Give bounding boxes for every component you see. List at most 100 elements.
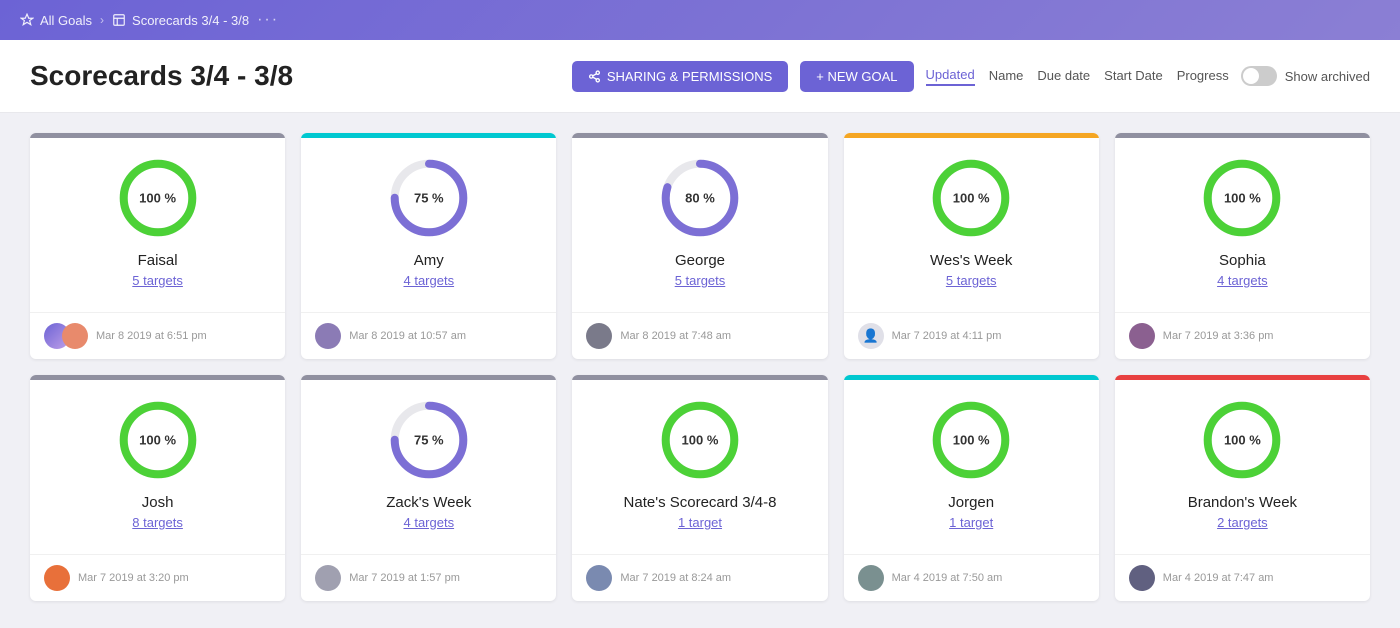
card-date: Mar 8 2019 at 6:51 pm [96,330,207,342]
card-footer: 👤 Mar 7 2019 at 4:11 pm [844,312,1099,359]
card-date: Mar 4 2019 at 7:47 am [1163,572,1274,584]
scorecard-card[interactable]: 100 % Wes's Week 5 targets 👤 Mar 7 2019 … [844,133,1099,359]
card-footer: Mar 7 2019 at 1:57 pm [301,554,556,601]
progress-text: 100 % [953,433,990,448]
new-goal-button[interactable]: + NEW GOAL [800,61,913,92]
avatar [1129,565,1155,591]
card-body: 100 % Faisal 5 targets [30,138,285,302]
card-body: 100 % Sophia 4 targets [1115,138,1370,302]
sort-due-date[interactable]: Due date [1037,68,1090,85]
nav-all-goals[interactable]: All Goals [20,13,92,28]
card-date: Mar 7 2019 at 4:11 pm [892,330,1002,342]
nav-scorecards[interactable]: Scorecards 3/4 - 3/8 [112,13,249,28]
progress-circle: 100 % [1202,158,1282,238]
card-footer: Mar 4 2019 at 7:47 am [1115,554,1370,601]
card-targets[interactable]: 4 targets [1217,273,1268,288]
card-footer: Mar 8 2019 at 6:51 pm [30,312,285,359]
progress-text: 75 % [414,433,444,448]
scorecard-card[interactable]: 100 % Jorgen 1 target Mar 4 2019 at 7:50… [844,375,1099,601]
card-body: 75 % Zack's Week 4 targets [301,380,556,544]
scorecard-card[interactable]: 100 % Faisal 5 targets Mar 8 2019 at 6:5… [30,133,285,359]
card-body: 100 % Nate's Scorecard 3/4-8 1 target [572,380,827,544]
progress-circle: 100 % [931,158,1011,238]
card-footer: Mar 7 2019 at 3:20 pm [30,554,285,601]
card-footer: Mar 8 2019 at 7:48 am [572,312,827,359]
progress-circle: 100 % [1202,400,1282,480]
progress-circle: 80 % [660,158,740,238]
card-date: Mar 7 2019 at 3:36 pm [1163,330,1274,342]
avatar [586,323,612,349]
card-targets[interactable]: 5 targets [675,273,726,288]
scorecard-card[interactable]: 100 % Brandon's Week 2 targets Mar 4 201… [1115,375,1370,601]
page-title: Scorecards 3/4 - 3/8 [30,60,293,92]
card-body: 100 % Jorgen 1 target [844,380,1099,544]
show-archived-label: Show archived [1285,69,1370,84]
show-archived-toggle[interactable] [1241,66,1277,86]
avatar [315,323,341,349]
show-archived-toggle-container: Show archived [1241,66,1370,86]
card-date: Mar 8 2019 at 7:48 am [620,330,731,342]
card-name: Brandon's Week [1188,494,1297,511]
sort-name[interactable]: Name [989,68,1024,85]
card-date: Mar 4 2019 at 7:50 am [892,572,1003,584]
avatar-secondary [62,323,88,349]
card-targets[interactable]: 2 targets [1217,515,1268,530]
avatar [1129,323,1155,349]
card-date: Mar 7 2019 at 1:57 pm [349,572,460,584]
scorecard-card[interactable]: 75 % Amy 4 targets Mar 8 2019 at 10:57 a… [301,133,556,359]
progress-text: 100 % [953,191,990,206]
card-body: 100 % Wes's Week 5 targets [844,138,1099,302]
header-actions: SHARING & PERMISSIONS + NEW GOAL Updated… [572,61,1370,92]
card-footer: Mar 8 2019 at 10:57 am [301,312,556,359]
card-date: Mar 7 2019 at 8:24 am [620,572,731,584]
card-targets[interactable]: 4 targets [403,273,454,288]
card-footer: Mar 7 2019 at 8:24 am [572,554,827,601]
progress-text: 100 % [139,191,176,206]
card-name: Sophia [1219,252,1266,269]
card-targets[interactable]: 5 targets [946,273,997,288]
sort-start-date[interactable]: Start Date [1104,68,1163,85]
card-name: Josh [142,494,174,511]
avatar [315,565,341,591]
progress-circle: 75 % [389,158,469,238]
card-name: Wes's Week [930,252,1012,269]
sort-updated[interactable]: Updated [926,67,975,86]
progress-circle: 100 % [931,400,1011,480]
progress-text: 100 % [1224,191,1261,206]
progress-text: 100 % [139,433,176,448]
nav-more-dots[interactable]: ··· [257,11,279,29]
avatar [44,565,70,591]
card-targets[interactable]: 4 targets [403,515,454,530]
card-targets[interactable]: 5 targets [132,273,183,288]
progress-circle: 75 % [389,400,469,480]
progress-circle: 100 % [660,400,740,480]
sharing-permissions-button[interactable]: SHARING & PERMISSIONS [572,61,788,92]
page-header: Scorecards 3/4 - 3/8 SHARING & PERMISSIO… [0,40,1400,113]
card-name: Faisal [138,252,178,269]
card-name: George [675,252,725,269]
scorecard-card[interactable]: 80 % George 5 targets Mar 8 2019 at 7:48… [572,133,827,359]
scorecard-card[interactable]: 100 % Sophia 4 targets Mar 7 2019 at 3:3… [1115,133,1370,359]
progress-circle: 100 % [118,158,198,238]
progress-text: 100 % [1224,433,1261,448]
card-targets[interactable]: 1 target [678,515,722,530]
card-date: Mar 8 2019 at 10:57 am [349,330,466,342]
scorecard-card[interactable]: 75 % Zack's Week 4 targets Mar 7 2019 at… [301,375,556,601]
card-name: Amy [414,252,444,269]
card-targets[interactable]: 8 targets [132,515,183,530]
avatar [858,565,884,591]
card-date: Mar 7 2019 at 3:20 pm [78,572,189,584]
card-name: Nate's Scorecard 3/4-8 [624,494,777,511]
card-body: 100 % Josh 8 targets [30,380,285,544]
nav-separator: › [100,13,104,27]
scorecard-card[interactable]: 100 % Josh 8 targets Mar 7 2019 at 3:20 … [30,375,285,601]
sort-progress[interactable]: Progress [1177,68,1229,85]
avatar: 👤 [858,323,884,349]
progress-text: 75 % [414,191,444,206]
card-targets[interactable]: 1 target [949,515,993,530]
top-navigation: All Goals › Scorecards 3/4 - 3/8 ··· [0,0,1400,40]
progress-text: 80 % [685,191,715,206]
scorecard-card[interactable]: 100 % Nate's Scorecard 3/4-8 1 target Ma… [572,375,827,601]
progress-circle: 100 % [118,400,198,480]
card-body: 80 % George 5 targets [572,138,827,302]
